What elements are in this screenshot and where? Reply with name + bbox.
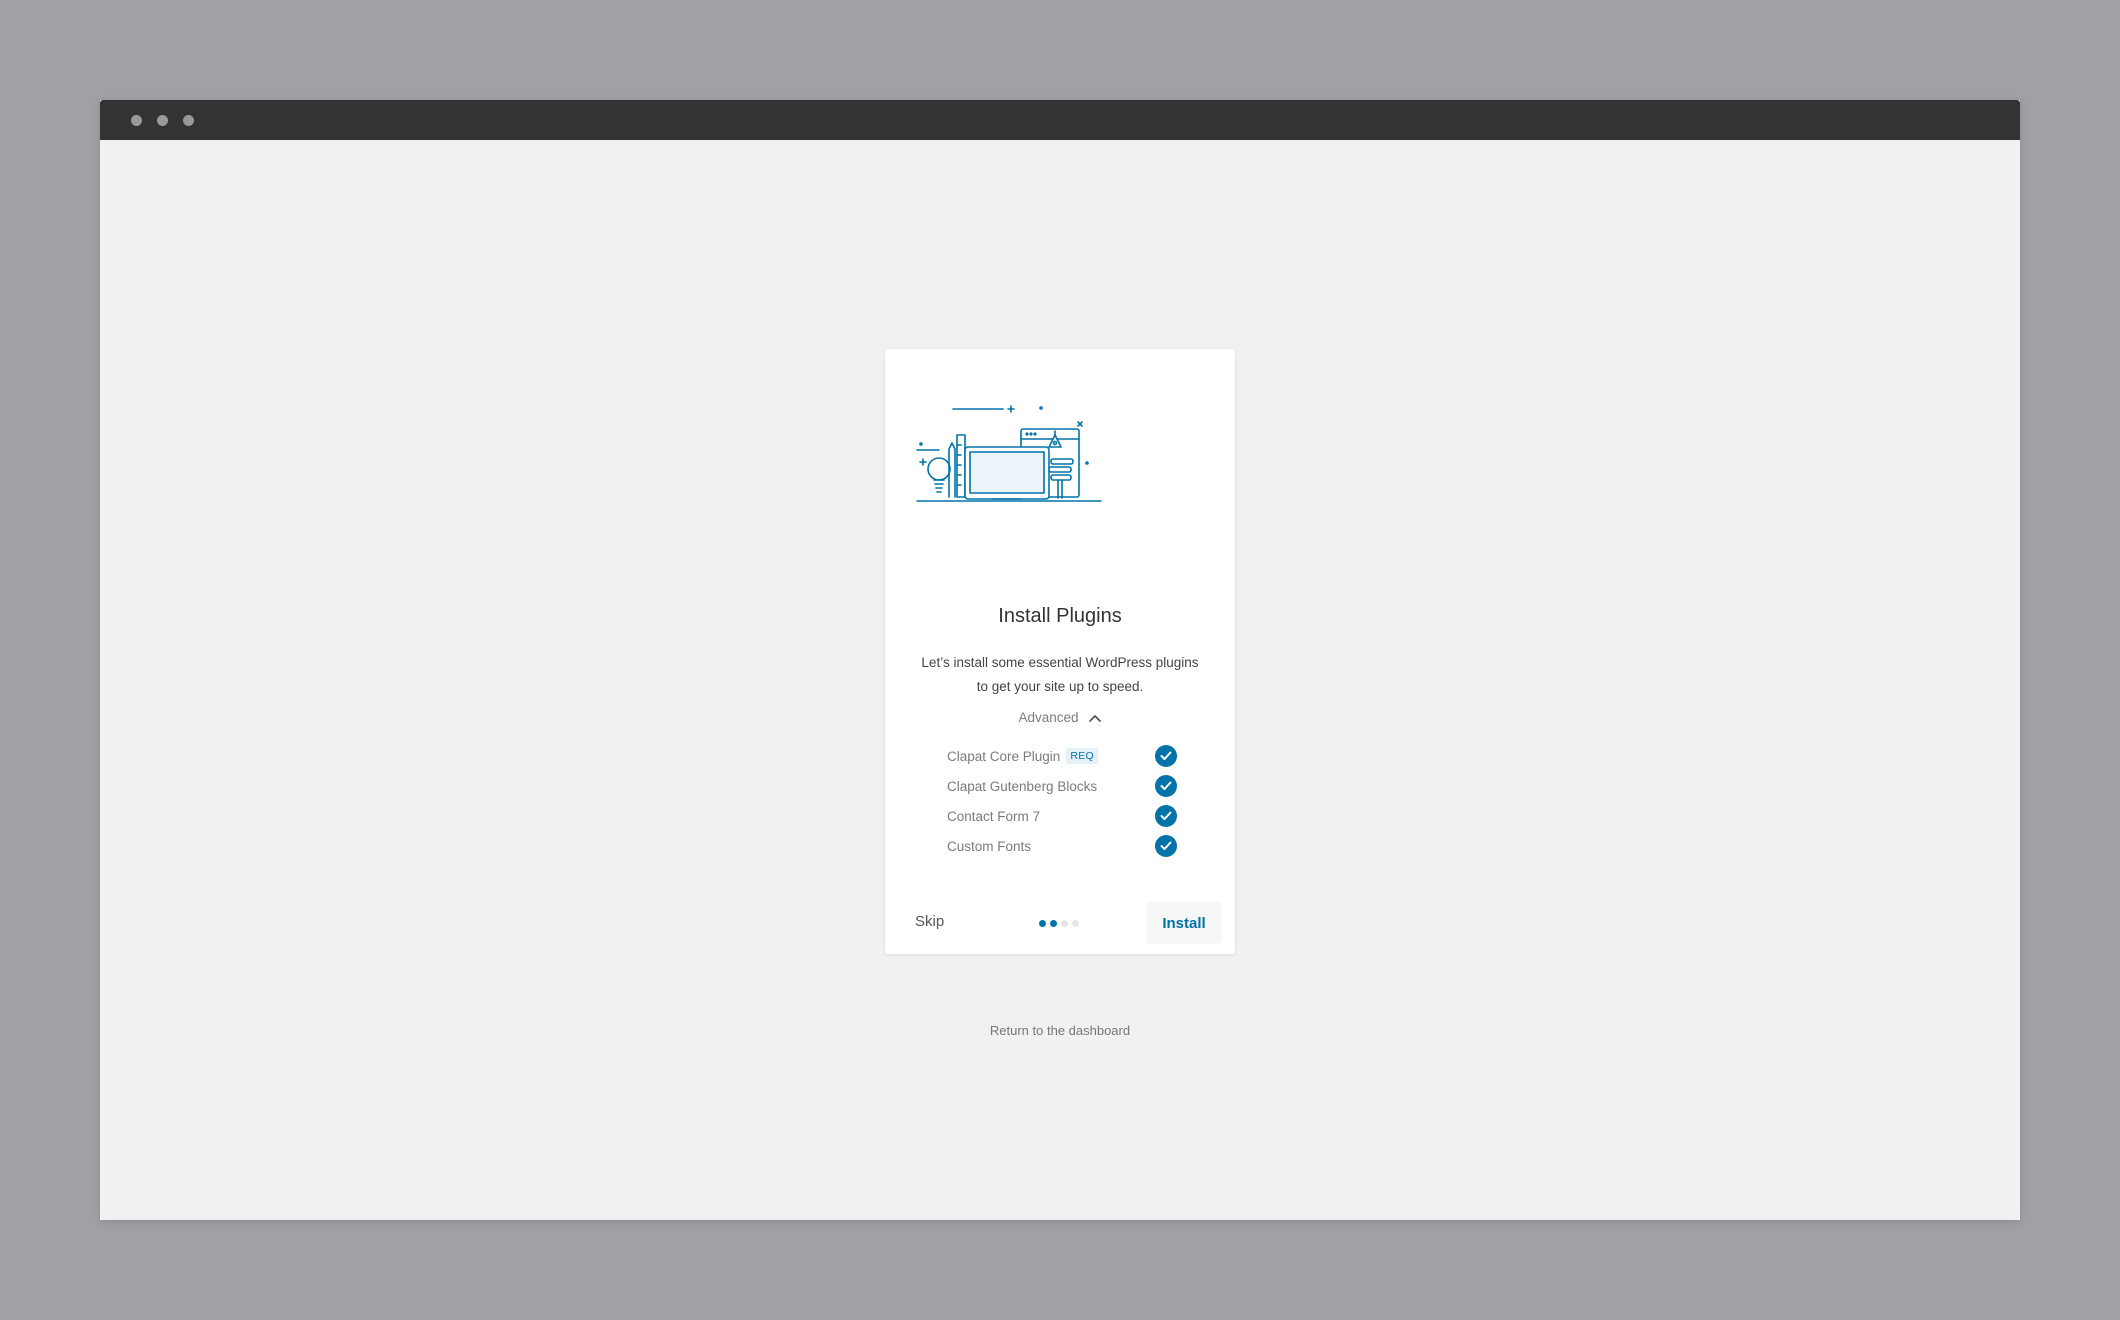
checkmark-icon xyxy=(1160,841,1172,850)
plugin-label: Custom Fonts xyxy=(947,838,1032,854)
step-dot xyxy=(1039,920,1046,927)
window-dot-icon[interactable] xyxy=(183,114,194,126)
install-button[interactable]: Install xyxy=(1146,902,1222,944)
step-dot xyxy=(1072,920,1079,927)
list-item: Contact Form 7 xyxy=(947,801,1177,831)
page-title: Install Plugins xyxy=(998,605,1122,627)
checkmark-icon xyxy=(1160,751,1172,760)
step-dot xyxy=(1061,920,1068,927)
plugin-checkbox[interactable] xyxy=(1155,835,1177,857)
skip-button[interactable]: Skip xyxy=(915,913,944,930)
wizard-footer: Skip Install xyxy=(885,902,1235,944)
plugin-label: Contact Form 7 xyxy=(947,808,1041,824)
step-dot xyxy=(1050,920,1057,927)
page-content: Install Plugins Let’s install some essen… xyxy=(100,140,2020,1220)
return-to-dashboard-link[interactable]: Return to the dashboard xyxy=(885,1023,1235,1038)
advanced-label: Advanced xyxy=(1018,710,1079,725)
window-dot-icon[interactable] xyxy=(157,114,168,126)
plugin-list: Clapat Core Plugin REQ Clapat Gutenberg … xyxy=(947,741,1177,861)
plugin-label: Clapat Core Plugin xyxy=(947,748,1061,764)
setup-wizard-card: Install Plugins Let’s install some essen… xyxy=(885,349,1235,954)
step-indicator xyxy=(1039,920,1083,927)
list-item: Clapat Core Plugin REQ xyxy=(947,741,1177,771)
chevron-up-icon xyxy=(1088,714,1101,722)
page-description: Let’s install some essential WordPress p… xyxy=(921,655,1199,694)
plugin-label: Clapat Gutenberg Blocks xyxy=(947,778,1098,794)
window-titlebar xyxy=(100,100,2020,140)
workspace-illustration-icon xyxy=(916,405,1102,502)
required-badge: REQ xyxy=(1066,748,1098,764)
plugin-checkbox[interactable] xyxy=(1155,745,1177,767)
advanced-toggle[interactable]: Advanced xyxy=(885,710,1235,725)
list-item: Custom Fonts xyxy=(947,831,1177,861)
list-item: Clapat Gutenberg Blocks xyxy=(947,771,1177,801)
window-dot-icon[interactable] xyxy=(131,114,142,126)
plugin-checkbox[interactable] xyxy=(1155,805,1177,827)
checkmark-icon xyxy=(1160,781,1172,790)
browser-window: Install Plugins Let’s install some essen… xyxy=(100,100,2020,1220)
plugin-checkbox[interactable] xyxy=(1155,775,1177,797)
checkmark-icon xyxy=(1160,811,1172,820)
